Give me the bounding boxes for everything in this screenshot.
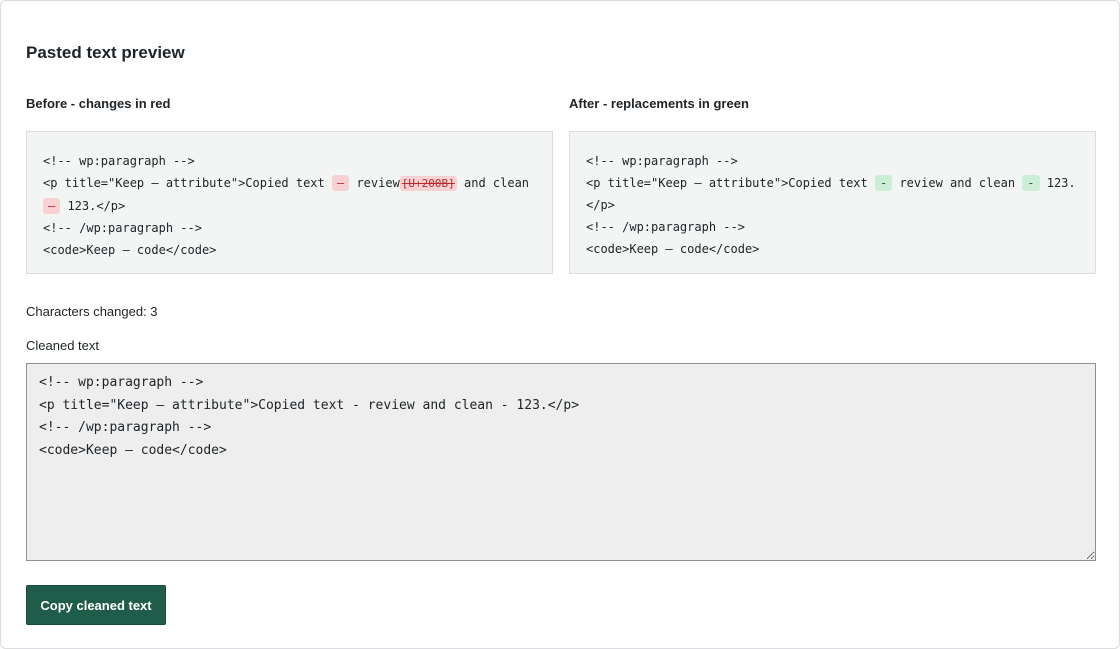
- after-line-5: <code>Keep — code</code>: [586, 242, 760, 256]
- after-line-4: <!-- /wp:paragraph -->: [586, 220, 745, 234]
- after-line-2: <p title="Keep — attribute">Copied text …: [586, 172, 1079, 194]
- before-diff-box: <!-- wp:paragraph --> <p title="Keep — a…: [26, 131, 553, 274]
- before-line-2: <p title="Keep — attribute">Copied text …: [43, 172, 536, 195]
- after-heading: After - replacements in green: [569, 96, 749, 111]
- removed-em-dash-mark-2: —: [43, 198, 61, 214]
- after-line-2-text-c: 123.: [1039, 176, 1076, 190]
- before-heading: Before - changes in red: [26, 96, 171, 111]
- removed-zero-width-space-mark: [U+200B]: [399, 176, 457, 191]
- characters-changed-count: Characters changed: 3: [26, 304, 158, 319]
- replaced-hyphen-mark: -: [874, 175, 893, 191]
- cleaned-text-label: Cleaned text: [26, 338, 99, 353]
- before-line-2-text-a: <p title="Keep — attribute">Copied text: [43, 176, 332, 190]
- copy-cleaned-text-button[interactable]: Copy cleaned text: [26, 585, 166, 625]
- after-line-3: </p>: [586, 198, 615, 212]
- before-line-1: <!-- wp:paragraph -->: [43, 154, 195, 168]
- before-line-5: <code>Keep — code</code>: [43, 243, 217, 257]
- cleaned-text-field[interactable]: <!-- wp:paragraph --> <p title="Keep — a…: [26, 363, 1096, 561]
- before-line-2-text-b: review: [349, 176, 400, 190]
- after-line-1: <!-- wp:paragraph -->: [586, 154, 738, 168]
- before-line-3-text: 123.</p>: [60, 199, 126, 213]
- replaced-hyphen-mark-2: -: [1022, 175, 1040, 191]
- before-line-2-text-c: and clean: [456, 176, 530, 190]
- after-diff-box: <!-- wp:paragraph --> <p title="Keep — a…: [569, 131, 1096, 274]
- preview-panel: Pasted text preview Before - changes in …: [0, 0, 1120, 649]
- after-line-2-text-b: review and clean: [892, 176, 1023, 190]
- page-title: Pasted text preview: [26, 43, 185, 62]
- before-line-3: — 123.</p>: [43, 195, 536, 217]
- before-line-4: <!-- /wp:paragraph -->: [43, 221, 202, 235]
- removed-em-dash-mark: —: [331, 175, 350, 191]
- after-line-2-text-a: <p title="Keep — attribute">Copied text: [586, 176, 875, 190]
